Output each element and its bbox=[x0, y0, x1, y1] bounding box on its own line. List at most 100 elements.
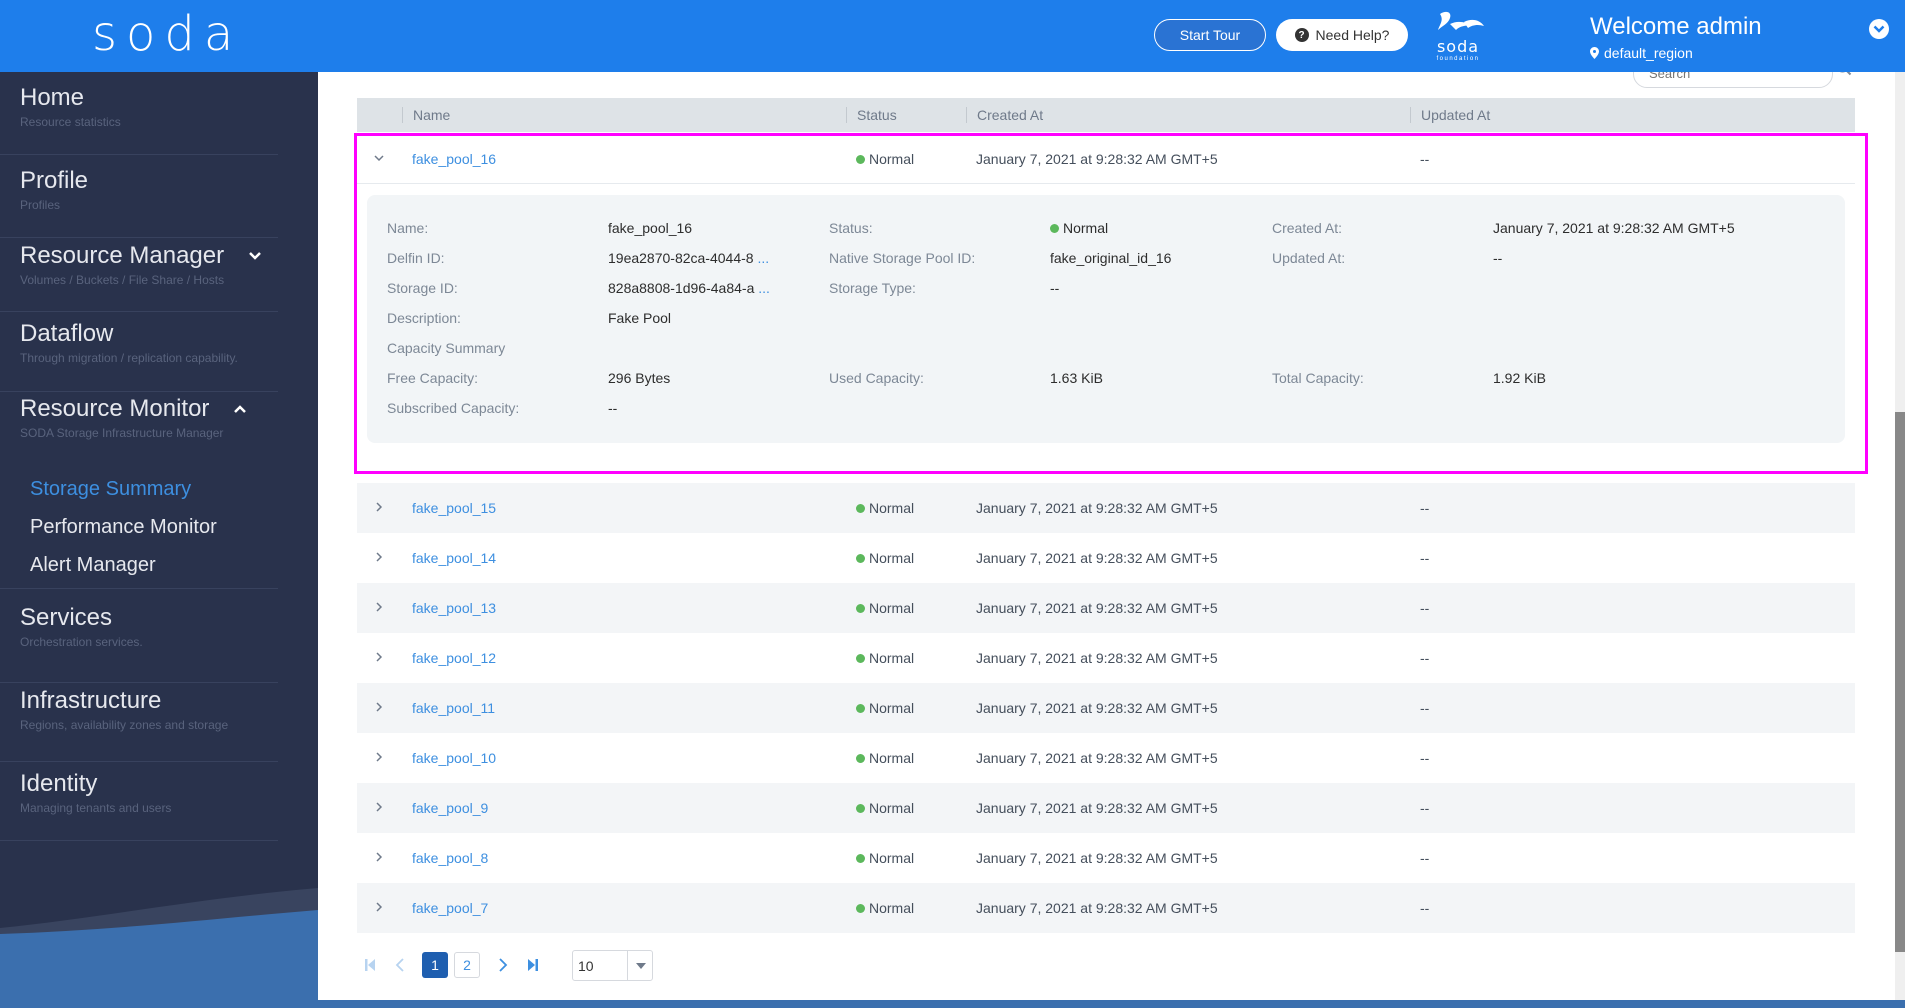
chevron-right-icon[interactable] bbox=[372, 900, 386, 914]
detail-status-value: Normal bbox=[1050, 220, 1108, 236]
status-cell: Normal bbox=[856, 151, 914, 167]
storage-id-expand-link[interactable]: ... bbox=[758, 280, 770, 296]
pool-name-link[interactable]: fake_pool_7 bbox=[412, 900, 488, 916]
sidebar-item-profile[interactable]: Profile Profiles bbox=[0, 167, 278, 238]
column-header-created-at[interactable]: Created At bbox=[966, 107, 1043, 123]
status-text: Normal bbox=[869, 850, 915, 866]
status-cell: Normal bbox=[856, 800, 914, 816]
updated-at-cell: -- bbox=[1420, 500, 1430, 516]
status-cell: Normal bbox=[856, 700, 914, 716]
vertical-scrollbar-thumb[interactable] bbox=[1895, 412, 1905, 952]
chevron-right-icon[interactable] bbox=[372, 600, 386, 614]
delfin-id-expand-link[interactable]: ... bbox=[757, 250, 769, 266]
pool-name-link[interactable]: fake_pool_14 bbox=[412, 550, 496, 566]
status-cell: Normal bbox=[856, 500, 914, 516]
chevron-down-icon[interactable] bbox=[372, 151, 386, 165]
column-header-updated-at[interactable]: Updated At bbox=[1410, 107, 1490, 123]
chevron-right-icon[interactable] bbox=[372, 550, 386, 564]
status-text: Normal bbox=[869, 750, 915, 766]
chevron-right-icon[interactable] bbox=[372, 850, 386, 864]
table-row: fake_pool_11 Normal January 7, 2021 at 9:2… bbox=[357, 683, 1855, 733]
status-dot-icon bbox=[856, 154, 865, 164]
page-size-select[interactable]: 10 bbox=[572, 950, 653, 981]
table-row: fake_pool_13 Normal January 7, 2021 at 9:2… bbox=[357, 583, 1855, 633]
status-text: Normal bbox=[869, 800, 915, 816]
pool-name-link[interactable]: fake_pool_15 bbox=[412, 500, 496, 516]
table-row: fake_pool_7 Normal January 7, 2021 at 9:28… bbox=[357, 883, 1855, 933]
status-cell: Normal bbox=[856, 900, 914, 916]
created-at-cell: January 7, 2021 at 9:28:32 AM GMT+5 bbox=[976, 550, 1218, 566]
sidebar-item-subtitle: Through migration / replication capabili… bbox=[20, 351, 238, 365]
sidebar-subitem-alert-manager[interactable]: Alert Manager bbox=[30, 554, 156, 577]
page-button-2[interactable]: 2 bbox=[454, 952, 480, 978]
sidebar-item-infrastructure[interactable]: Infrastructure Regions, availability zon… bbox=[0, 687, 278, 762]
next-page-button[interactable] bbox=[490, 952, 516, 978]
sidebar-subitem-performance-monitor[interactable]: Performance Monitor bbox=[30, 516, 217, 539]
chevron-right-icon[interactable] bbox=[372, 500, 386, 514]
chevron-right-icon[interactable] bbox=[372, 700, 386, 714]
sidebar-item-dataflow[interactable]: Dataflow Through migration / replication… bbox=[0, 320, 278, 392]
status-text: Normal bbox=[869, 700, 915, 716]
column-header-status[interactable]: Status bbox=[846, 107, 897, 123]
pool-name-link[interactable]: fake_pool_16 bbox=[412, 151, 496, 167]
user-menu-dropdown[interactable] bbox=[1869, 19, 1889, 39]
sidebar-item-title-row: Resource Monitor bbox=[20, 395, 278, 423]
pool-name-link[interactable]: fake_pool_11 bbox=[412, 700, 495, 716]
sidebar-item-title: Infrastructure bbox=[20, 687, 162, 714]
last-page-button[interactable] bbox=[520, 952, 546, 978]
chevron-right-icon[interactable] bbox=[372, 750, 386, 764]
pool-name-link[interactable]: fake_pool_9 bbox=[412, 800, 488, 816]
sidebar-item-title: Identity bbox=[20, 770, 98, 797]
sidebar-subitem-storage-summary[interactable]: Storage Summary bbox=[30, 478, 191, 501]
sidebar-item-subtitle: Resource statistics bbox=[20, 115, 121, 129]
detail-label: Delfin ID: bbox=[387, 250, 445, 266]
previous-page-button[interactable] bbox=[387, 952, 413, 978]
capacity-summary-heading: Capacity Summary bbox=[387, 340, 506, 356]
start-tour-button[interactable]: Start Tour bbox=[1154, 19, 1266, 51]
pool-detail-panel: Name: fake_pool_16 Delfin ID: 19ea2870-8… bbox=[367, 195, 1845, 443]
footer-bar bbox=[318, 1000, 1905, 1008]
sidebar-item-home[interactable]: Home Resource statistics bbox=[0, 84, 278, 155]
map-pin-icon bbox=[1590, 47, 1599, 59]
created-at-cell: January 7, 2021 at 9:28:32 AM GMT+5 bbox=[976, 650, 1218, 666]
need-help-label: Need Help? bbox=[1315, 27, 1390, 43]
column-header-name[interactable]: Name bbox=[402, 107, 450, 123]
detail-value: -- bbox=[1493, 250, 1503, 266]
table-row: fake_pool_9 Normal January 7, 2021 at 9:28… bbox=[357, 783, 1855, 833]
region-indicator: default_region bbox=[1590, 45, 1693, 61]
sidebar-item-resource-manager[interactable]: Resource Manager Volumes / Buckets / Fil… bbox=[0, 242, 278, 312]
pool-name-link[interactable]: fake_pool_12 bbox=[412, 650, 496, 666]
created-at-cell: January 7, 2021 at 9:28:32 AM GMT+5 bbox=[976, 500, 1218, 516]
sidebar-item-services[interactable]: Services Orchestration services. bbox=[0, 604, 278, 683]
detail-label: Free Capacity: bbox=[387, 370, 479, 386]
sidebar-item-subtitle: Profiles bbox=[20, 198, 61, 212]
pool-name-link[interactable]: fake_pool_8 bbox=[412, 850, 488, 866]
need-help-button[interactable]: ? Need Help? bbox=[1276, 19, 1408, 51]
created-at-cell: January 7, 2021 at 9:28:32 AM GMT+5 bbox=[976, 850, 1218, 866]
updated-at-cell: -- bbox=[1420, 850, 1430, 866]
status-cell: Normal bbox=[856, 600, 914, 616]
sidebar-item-title: Profile bbox=[20, 167, 89, 194]
soda-logo[interactable]: soda bbox=[92, 6, 242, 62]
detail-value: 1.63 KiB bbox=[1050, 370, 1103, 386]
page-size-dropdown-trigger[interactable] bbox=[627, 951, 653, 980]
updated-at-cell: -- bbox=[1420, 900, 1430, 916]
detail-label: Native Storage Pool ID: bbox=[829, 250, 976, 266]
page-button-1[interactable]: 1 bbox=[422, 952, 448, 978]
status-text: Normal bbox=[1063, 220, 1109, 236]
top-header: soda Start Tour ? Need Help? soda founda… bbox=[0, 0, 1905, 72]
sidebar-item-identity[interactable]: Identity Managing tenants and users bbox=[0, 770, 278, 841]
chevron-right-icon[interactable] bbox=[372, 800, 386, 814]
status-text: Normal bbox=[869, 650, 915, 666]
detail-value: -- bbox=[1050, 280, 1060, 296]
pool-name-link[interactable]: fake_pool_13 bbox=[412, 600, 496, 616]
table-row: fake_pool_10 Normal January 7, 2021 at 9:2… bbox=[357, 733, 1855, 783]
updated-at-cell: -- bbox=[1420, 700, 1430, 716]
table-row: fake_pool_15 Normal January 7, 2021 at 9:2… bbox=[357, 483, 1855, 533]
chevron-right-icon[interactable] bbox=[372, 650, 386, 664]
first-page-button[interactable] bbox=[357, 952, 383, 978]
status-dot-icon bbox=[856, 853, 865, 863]
detail-label: Status: bbox=[829, 220, 873, 236]
pool-name-link[interactable]: fake_pool_10 bbox=[412, 750, 496, 766]
table-row-expanded: fake_pool_16 Normal January 7, 2021 at 9… bbox=[357, 134, 1855, 184]
